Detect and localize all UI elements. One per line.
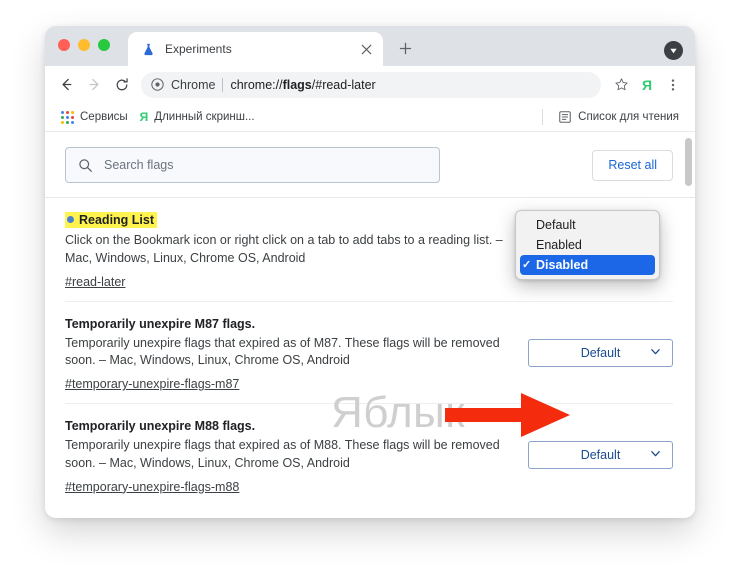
chevron-down-icon bbox=[650, 448, 661, 462]
window-traffic-lights bbox=[58, 39, 110, 51]
flask-icon bbox=[140, 41, 156, 57]
flag-select[interactable]: Default bbox=[528, 338, 673, 367]
flag-status-dot-icon bbox=[67, 216, 74, 224]
flag-title: Temporarily unexpire M87 flags. bbox=[65, 316, 256, 331]
bookmark-apps-services[interactable]: Сервисы bbox=[54, 107, 134, 127]
omnibox-scheme-label: Chrome bbox=[171, 77, 216, 92]
checkmark-icon: ✓ bbox=[522, 258, 532, 271]
reading-list-icon bbox=[558, 110, 572, 124]
flags-search-row: Search flags Reset all bbox=[45, 132, 695, 197]
bookmark-item-long-screenshot[interactable]: Я Длинный скринш... bbox=[134, 108, 261, 126]
chevron-down-icon bbox=[650, 346, 661, 360]
yandex-label: Я bbox=[641, 76, 653, 93]
omnibox-url: chrome://flags/#read-later bbox=[230, 78, 375, 92]
flag-row: Temporarily unexpire M87 flags. Temporar… bbox=[65, 302, 673, 404]
search-icon bbox=[78, 158, 93, 173]
tab-strip: Experiments bbox=[45, 26, 695, 66]
browser-window: Experiments Chrome chrome://flags/#read-… bbox=[45, 26, 695, 518]
new-tab-button[interactable] bbox=[394, 37, 416, 59]
page-scrollbar[interactable] bbox=[684, 132, 693, 518]
star-icon[interactable] bbox=[609, 73, 633, 97]
address-bar[interactable]: Chrome chrome://flags/#read-later bbox=[141, 71, 601, 98]
flag-select[interactable]: Default bbox=[528, 441, 673, 469]
apps-grid-icon bbox=[60, 110, 74, 124]
yandex-icon: Я bbox=[139, 110, 149, 124]
three-dots-menu-icon[interactable] bbox=[661, 73, 685, 97]
flag-anchor-link[interactable]: #temporary-unexpire-flags-m87 bbox=[65, 377, 239, 391]
omnibox-separator bbox=[222, 77, 224, 92]
dropdown-option-enabled[interactable]: Enabled bbox=[516, 235, 659, 255]
minimize-window-button[interactable] bbox=[78, 39, 90, 51]
omnibox-url-host: flags bbox=[282, 77, 312, 92]
flag-info: Temporarily unexpire M88 flags. Temporar… bbox=[65, 417, 510, 496]
flag-title: Temporarily unexpire M88 flags. bbox=[65, 419, 256, 433]
tab-title: Experiments bbox=[165, 42, 232, 56]
flag-anchor-link[interactable]: #temporary-unexpire-flags-m88 bbox=[65, 480, 239, 494]
back-arrow-icon[interactable] bbox=[53, 72, 79, 98]
flag-value-dropdown[interactable]: Default Enabled ✓ Disabled bbox=[515, 210, 660, 280]
bookmark-apps-label: Сервисы bbox=[80, 111, 128, 123]
dropdown-option-disabled[interactable]: ✓ Disabled bbox=[520, 255, 655, 275]
download-icon[interactable] bbox=[664, 41, 683, 60]
flag-description: Click on the Bookmark icon or right clic… bbox=[65, 233, 503, 265]
bookmarks-bar: Сервисы Я Длинный скринш... Список для ч… bbox=[45, 103, 695, 132]
flag-info: Reading List Click on the Bookmark icon … bbox=[65, 211, 510, 291]
forward-arrow-icon bbox=[81, 72, 107, 98]
close-icon[interactable] bbox=[358, 41, 374, 57]
flag-title-text: Reading List bbox=[79, 213, 155, 227]
flag-description: Temporarily unexpire flags that expired … bbox=[65, 335, 500, 368]
dropdown-option-label: Enabled bbox=[536, 238, 582, 252]
dropdown-option-default[interactable]: Default bbox=[516, 215, 659, 235]
flag-row: Temporarily unexpire M88 flags. Temporar… bbox=[65, 404, 673, 506]
bookmarks-divider bbox=[542, 109, 544, 125]
dropdown-option-label: Default bbox=[536, 218, 576, 232]
maximize-window-button[interactable] bbox=[98, 39, 110, 51]
flag-select-value: Default bbox=[580, 345, 621, 360]
scrollbar-thumb[interactable] bbox=[685, 138, 692, 186]
bookmark-item-label: Длинный скринш... bbox=[154, 111, 255, 123]
flag-anchor-link[interactable]: #read-later bbox=[65, 275, 125, 289]
flag-control: Default bbox=[528, 315, 673, 367]
reset-all-button[interactable]: Reset all bbox=[592, 149, 673, 181]
chrome-logo-icon bbox=[151, 78, 164, 91]
flag-info: Temporarily unexpire M87 flags. Temporar… bbox=[65, 315, 510, 394]
search-flags-input[interactable]: Search flags bbox=[65, 147, 440, 183]
reading-list-label: Список для чтения bbox=[578, 111, 679, 123]
flag-description: Temporarily unexpire flags that expired … bbox=[65, 438, 500, 470]
bookmarks-bar-right-group: Список для чтения bbox=[542, 107, 685, 127]
flags-page: Search flags Reset all Reading List Clic… bbox=[45, 132, 695, 518]
close-window-button[interactable] bbox=[58, 39, 70, 51]
omnibox-url-prefix: chrome:// bbox=[230, 77, 283, 92]
omnibox-url-path: /#read-later bbox=[311, 77, 376, 92]
yandex-extension-icon[interactable]: Я bbox=[635, 73, 659, 97]
flag-control: Default bbox=[528, 417, 673, 469]
flag-select-value: Default bbox=[580, 448, 621, 462]
search-flags-placeholder: Search flags bbox=[104, 158, 174, 172]
flag-title: Reading List bbox=[65, 212, 158, 228]
browser-toolbar: Chrome chrome://flags/#read-later Я bbox=[45, 66, 695, 103]
reading-list-button[interactable]: Список для чтения bbox=[552, 107, 685, 127]
reload-icon[interactable] bbox=[109, 72, 135, 98]
browser-tab-experiments[interactable]: Experiments bbox=[128, 32, 383, 66]
dropdown-option-label: Disabled bbox=[536, 258, 589, 272]
